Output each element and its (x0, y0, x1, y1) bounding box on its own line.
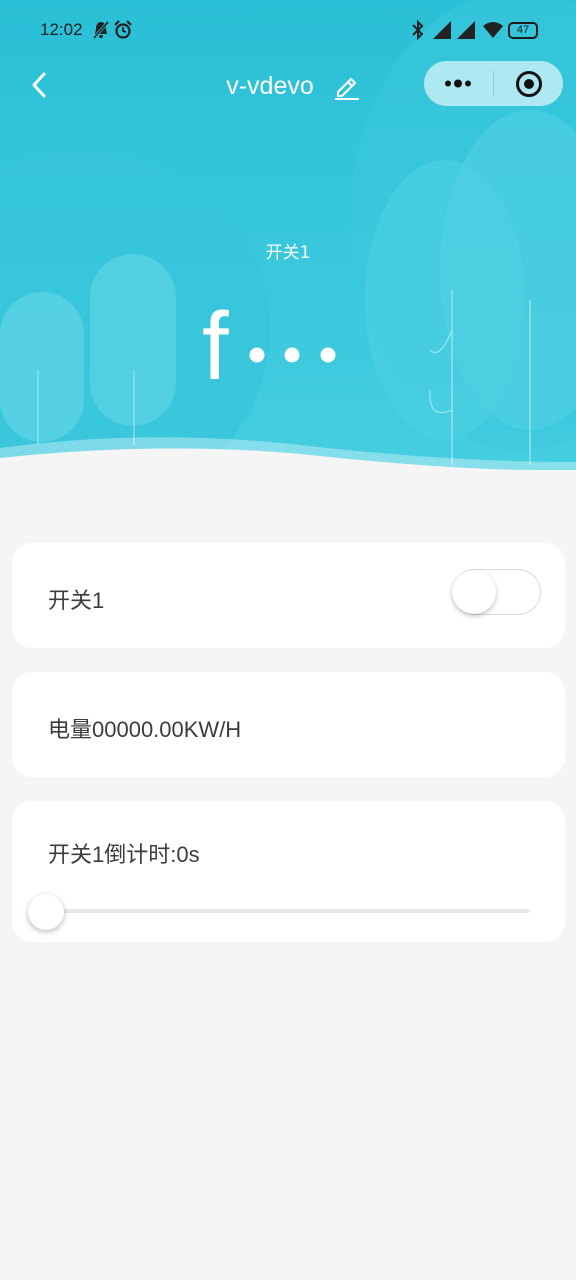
energy-reading: 电量00000.00KW/H (48, 717, 242, 742)
svg-text:f: f (202, 295, 229, 395)
battery-icon: 47 (508, 22, 538, 39)
slider-thumb[interactable] (28, 894, 64, 930)
capsule-divider (493, 70, 494, 97)
signal-icon (432, 20, 452, 44)
more-icon (445, 79, 471, 88)
mini-program-capsule (424, 61, 563, 106)
bluetooth-icon (410, 19, 426, 44)
countdown-slider[interactable] (48, 909, 530, 913)
countdown-label: 开关1倒计时:0s (48, 842, 200, 867)
chevron-left-icon (32, 72, 46, 98)
alarm-icon (114, 20, 132, 44)
back-button[interactable] (26, 70, 54, 100)
signal-icon (456, 20, 476, 44)
wifi-icon (482, 20, 504, 44)
status-time: 12:02 (40, 20, 83, 39)
device-label: 开关1 (265, 243, 311, 263)
edit-title-button[interactable] (334, 72, 360, 100)
target-close-icon (516, 71, 542, 97)
page-title: v-vdevo (226, 72, 314, 100)
close-button[interactable] (514, 69, 544, 99)
status-bar: 12:02 47 (0, 0, 576, 62)
switch-toggle[interactable] (452, 569, 541, 615)
switch-label: 开关1 (48, 588, 105, 613)
switch-glyph-icon: f (200, 293, 350, 400)
toggle-knob (452, 570, 496, 614)
energy-card: 电量00000.00KW/H (12, 672, 565, 777)
device-page: 12:02 47 v-vdevo 开关1 f 开关1 电量00000.00KW/… (0, 0, 576, 1280)
notifications-muted-icon (92, 20, 110, 44)
more-button[interactable] (438, 69, 478, 98)
countdown-card: 开关1倒计时:0s (12, 801, 565, 942)
pencil-icon (335, 78, 359, 100)
switch-card: 开关1 (12, 543, 565, 648)
